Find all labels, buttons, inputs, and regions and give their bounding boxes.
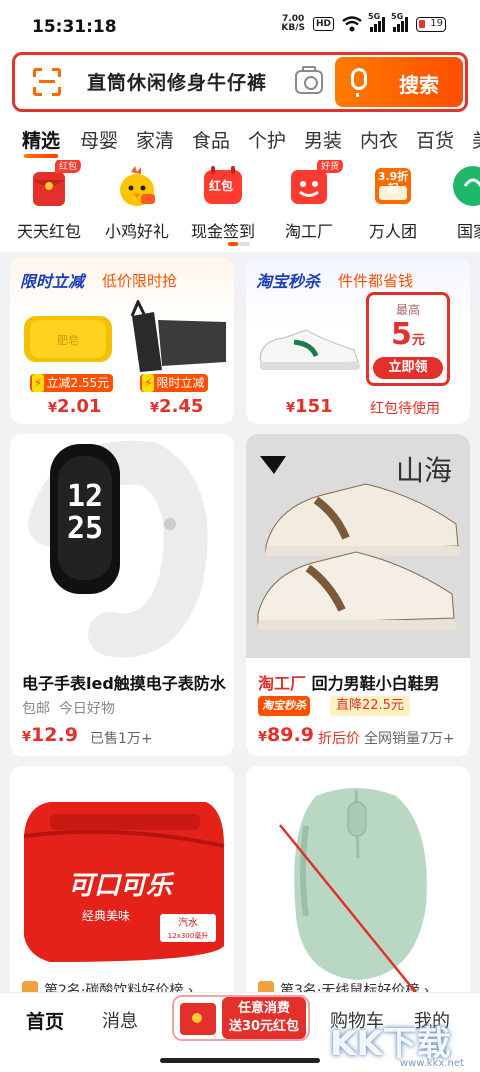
promo-seckill[interactable]: 淘宝秒杀 件件都省钱 ¥151 最高 5元 立即领 红包待使用 xyxy=(246,258,470,424)
promo-subtitle: 件件都省钱 xyxy=(338,272,414,290)
svg-text:经典美味: 经典美味 xyxy=(82,909,130,923)
nav-promo-button[interactable]: 任意消费 送30元红包 xyxy=(172,995,310,1041)
category-tabs: 精选 母婴 家清 食品 个护 男装 内衣 百货 美 xyxy=(0,118,480,160)
svg-text:可口可乐: 可口可乐 xyxy=(68,871,175,901)
shoes-image: 山海 xyxy=(246,434,470,658)
quick-group-buy[interactable]: 3.9折起 万人团 xyxy=(348,164,438,242)
quick-entry-row: 红包 天天红包 小鸡好礼 红包 现金签到 好货 淘工厂 3.9折起 万人团 国 xyxy=(0,160,480,252)
product-sold: 已售1万+ xyxy=(90,731,153,747)
hd-icon: HD xyxy=(312,17,334,31)
price-soap: ¥2.01 xyxy=(48,396,102,417)
signal-icon-2: 5G xyxy=(391,12,408,32)
watch-image: 12 25 xyxy=(10,434,234,658)
soap-image: 肥皂 xyxy=(20,308,116,368)
home-indicator[interactable] xyxy=(160,1058,320,1063)
tab-household[interactable]: 家清 xyxy=(136,126,174,153)
product-sold: 全网销量7万+ xyxy=(364,731,455,747)
search-input[interactable]: 直筒休闲修身牛仔裤 xyxy=(87,68,267,95)
quick-cash-checkin[interactable]: 红包 现金签到 xyxy=(178,164,268,242)
coupon-card[interactable]: 最高 5元 立即领 xyxy=(366,292,450,386)
signal-icon: 5G xyxy=(368,12,385,32)
tab-mother-baby[interactable]: 母婴 xyxy=(80,126,118,153)
quick-tao-factory[interactable]: 好货 淘工厂 xyxy=(264,160,354,242)
discount-badge: ⚡ 立减2.55元 xyxy=(30,374,114,392)
promo-title: 限时立减 xyxy=(20,272,85,291)
discount-label: 折后价 xyxy=(318,731,360,747)
seckill-badge: 淘宝秒杀 xyxy=(258,696,310,716)
red-envelope-icon xyxy=(180,1003,216,1035)
status-icons: 7.00 KB/S HD 5G 5G 19 xyxy=(281,12,446,33)
promo-flash-discount[interactable]: 限时立减 低价限时抢 肥皂 ⚡ 立减2.55元 ⚡ 限时立减 ¥2.01 ¥2.45 xyxy=(10,258,234,424)
nav-home[interactable]: 首页 xyxy=(26,1007,64,1034)
product-meta: 包邮 今日好物 xyxy=(22,701,115,717)
scan-icon[interactable] xyxy=(33,68,61,96)
quick-daily-redpacket[interactable]: 红包 天天红包 xyxy=(4,160,94,242)
active-tab-indicator xyxy=(24,154,58,158)
product-title: 淘工厂 回力男鞋小白鞋男 xyxy=(258,674,440,693)
tab-menswear[interactable]: 男装 xyxy=(304,126,342,153)
status-time: 15:31:18 xyxy=(32,17,117,37)
svg-text:肥皂: 肥皂 xyxy=(57,333,79,347)
nav-messages[interactable]: 消息 xyxy=(102,1007,138,1033)
svg-text:12x300毫升: 12x300毫升 xyxy=(168,931,208,940)
flash-badge: ⚡ 限时立减 xyxy=(140,374,209,392)
status-bar: 15:31:18 7.00 KB/S HD 5G 5G 19 xyxy=(0,0,480,52)
promo-subtitle: 低价限时抢 xyxy=(102,272,178,290)
sneaker-image xyxy=(254,320,364,376)
coupon-caption: 红包待使用 xyxy=(370,401,440,417)
group-buy-icon: 3.9折起 xyxy=(371,164,415,208)
chick-icon xyxy=(115,164,159,208)
camera-icon[interactable] xyxy=(295,66,323,94)
network-speed: 7.00 KB/S xyxy=(281,14,305,33)
tab-personal-care[interactable]: 个护 xyxy=(248,126,286,153)
promo-title: 淘宝秒杀 xyxy=(256,272,321,291)
wifi-icon xyxy=(342,16,362,32)
product-price: ¥12.9 xyxy=(22,724,78,746)
search-button[interactable]: 搜索 xyxy=(335,57,463,107)
battery-icon: 19 xyxy=(416,16,446,32)
mic-icon[interactable] xyxy=(351,68,367,97)
price-sneaker: ¥151 xyxy=(286,396,333,417)
svg-text:25: 25 xyxy=(67,511,103,546)
search-area: 直筒休闲修身牛仔裤 搜索 xyxy=(0,52,480,118)
cola-image: 可口可乐经典美味汽水 12x300毫升 xyxy=(10,766,234,990)
svg-text:山海: 山海 xyxy=(396,454,452,487)
quick-national[interactable]: 国家 xyxy=(428,164,480,242)
tab-beauty[interactable]: 美 xyxy=(472,126,480,153)
price-drop-badge: 直降22.5元 xyxy=(330,696,410,716)
product-card-shoes[interactable]: 山海 淘工厂 回力男鞋小白鞋男 淘宝秒杀 直降22.5元 ¥89.9 折后价 全… xyxy=(246,434,470,756)
product-card-cola[interactable]: 可口可乐 经典美味 汽水 12x300毫升 第2名·碳酸饮料好价榜 › xyxy=(10,766,234,1002)
tab-food[interactable]: 食品 xyxy=(192,126,230,153)
watermark-url: www.kkx.net xyxy=(400,1058,464,1069)
red-packet-icon: 红包 xyxy=(27,160,81,208)
svg-text:12: 12 xyxy=(67,479,103,514)
tab-featured[interactable]: 精选 xyxy=(22,126,60,153)
quick-chick-gift[interactable]: 小鸡好礼 xyxy=(92,164,182,242)
svg-text:汽水: 汽水 xyxy=(178,916,198,929)
search-button-label: 搜索 xyxy=(399,73,439,97)
search-bar[interactable]: 直筒休闲修身牛仔裤 搜索 xyxy=(12,52,468,112)
trash-bag-image xyxy=(122,298,228,374)
claim-coupon-button[interactable]: 立即领 xyxy=(373,357,443,379)
product-card-watch[interactable]: 12 25 电子手表led触摸电子表防水 包邮 今日好物 ¥12.9 已售1万+ xyxy=(10,434,234,756)
product-price: ¥89.9 xyxy=(258,724,314,746)
quick-scroll-indicator xyxy=(228,242,250,246)
product-title: 电子手表led触摸电子表防水 xyxy=(22,674,226,693)
price-trash-bag: ¥2.45 xyxy=(150,396,204,417)
tab-general[interactable]: 百货 xyxy=(416,126,454,153)
factory-icon: 好货 xyxy=(287,160,343,208)
tab-underwear[interactable]: 内衣 xyxy=(360,126,398,153)
national-icon xyxy=(451,164,480,208)
red-packet-checkin-icon: 红包 xyxy=(201,164,245,208)
